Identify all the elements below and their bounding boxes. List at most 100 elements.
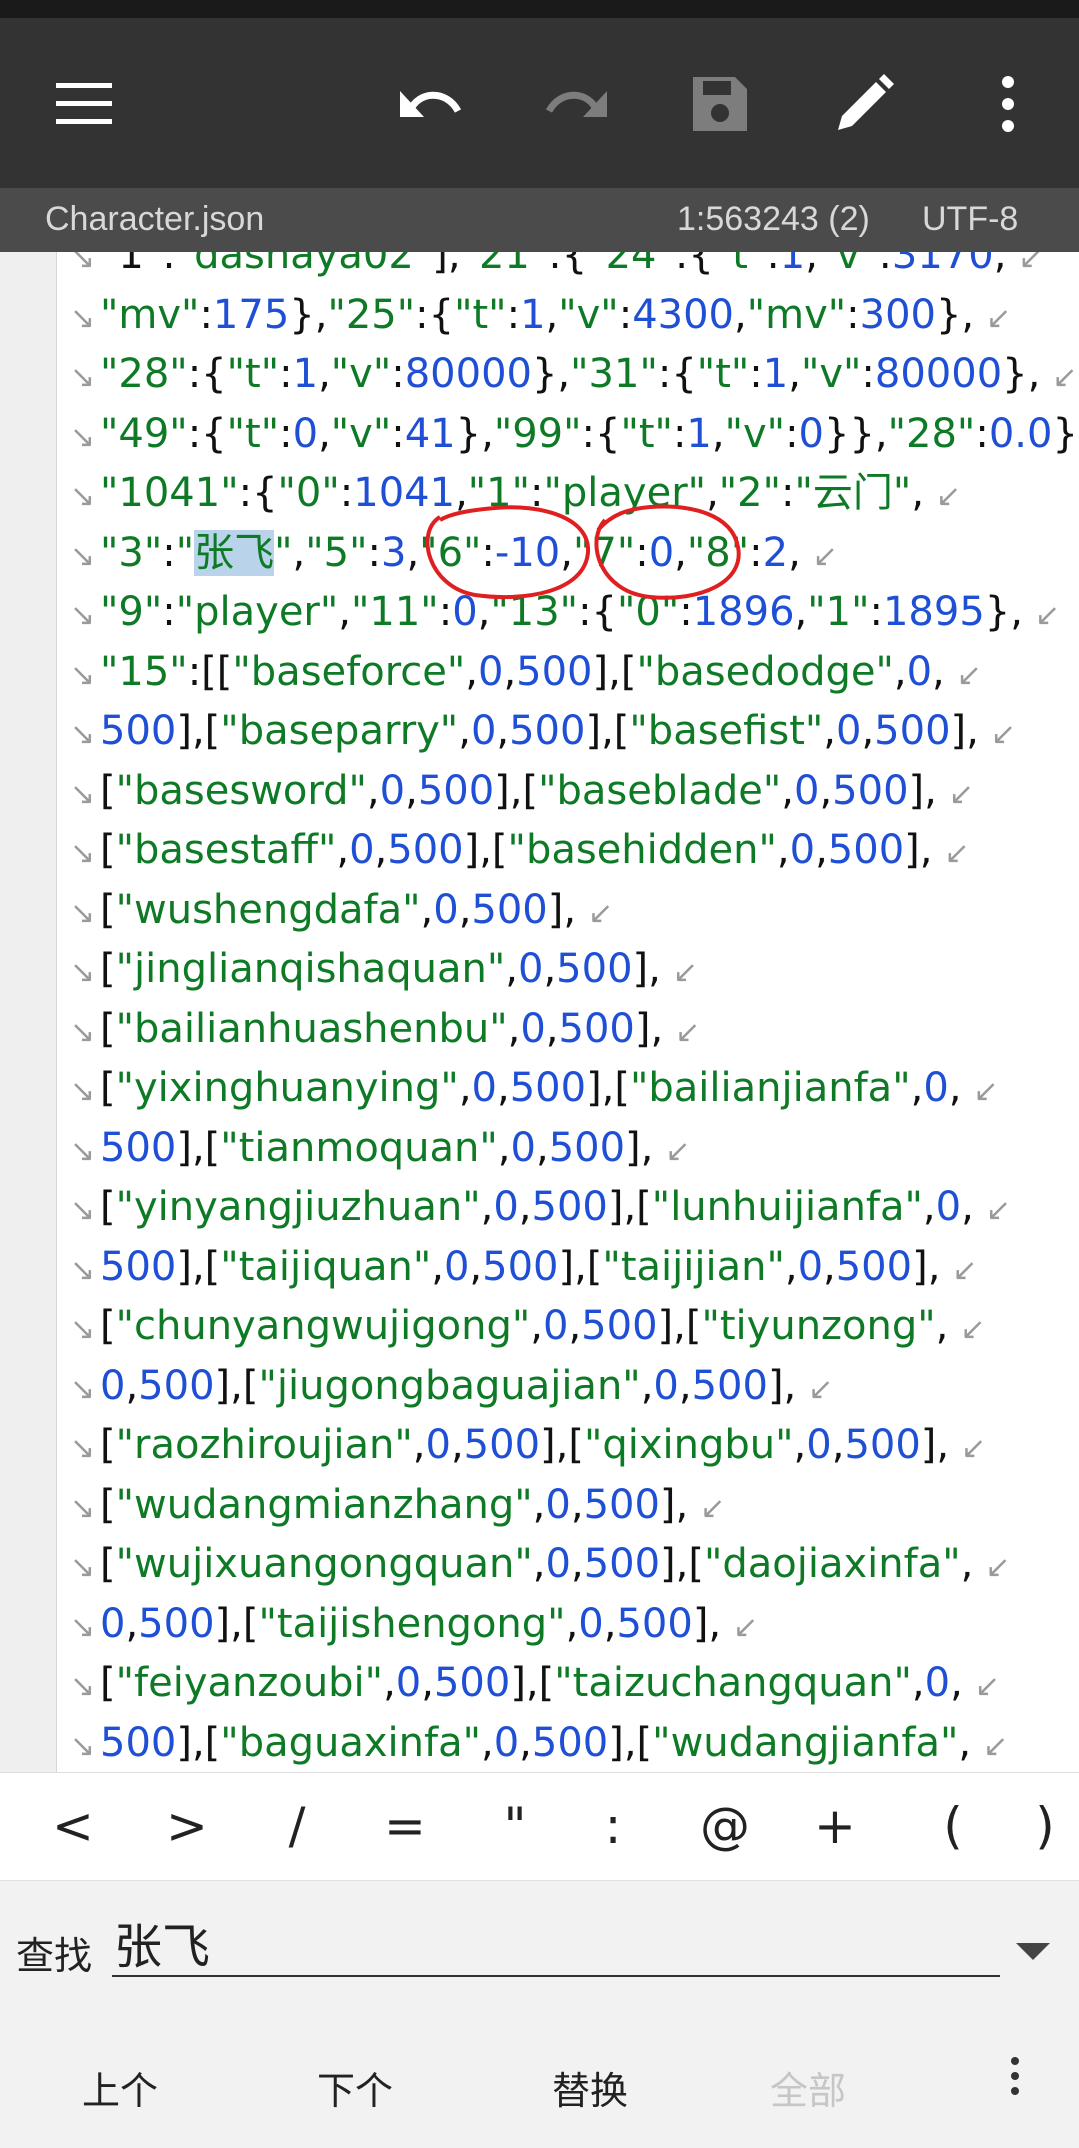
json-string: "feiyanzoubi" — [115, 1660, 384, 1706]
json-string: "mv" — [746, 291, 847, 338]
json-number: 0 — [452, 589, 478, 635]
line-gutter — [0, 252, 57, 1772]
previous-button[interactable]: 上个 — [40, 2060, 200, 2115]
json-string: "qixingbu" — [583, 1422, 794, 1468]
json-punctuation: , — [711, 410, 725, 457]
json-string: "5" — [305, 529, 368, 576]
code-line: ↘ "9":"player","11":0,"13":{"0":1896,"1":… — [70, 583, 1070, 643]
json-number: 1 — [779, 252, 806, 278]
wrap-end-icon: ↙ — [956, 657, 982, 693]
json-punctuation: ],[ — [585, 708, 630, 754]
json-punctuation: , — [788, 529, 801, 576]
json-punctuation: , — [960, 1541, 974, 1587]
code-line: ↘ "1":"dashaya02"],"21":{"24":{"t":1,"v":… — [70, 252, 1070, 286]
json-string: "t" — [696, 351, 750, 397]
json-string: "3" — [100, 529, 163, 576]
wrap-start-icon: ↘ — [70, 1014, 96, 1050]
json-string: "basedodge" — [636, 648, 894, 695]
json-punctuation: : — [869, 589, 883, 635]
json-punctuation: , — [706, 470, 719, 516]
symbol-key[interactable]: ( — [918, 1791, 988, 1861]
symbol-key[interactable]: < — [38, 1791, 108, 1861]
wrap-start-icon: ↘ — [70, 836, 96, 871]
wrap-start-icon: ↘ — [70, 1728, 96, 1764]
json-string: "tianmoquan" — [220, 1124, 498, 1171]
wrap-start-icon: ↘ — [70, 1609, 96, 1645]
code-line: ↘ 500],["tianmoquan",0,500], ↙ — [70, 1119, 1070, 1179]
json-string: "baseparry" — [220, 708, 459, 754]
json-string: "lunhuijianfa" — [651, 1184, 923, 1230]
vertical-dots-icon[interactable] — [1000, 2056, 1030, 2106]
json-punctuation: , — [292, 529, 306, 576]
json-number: 0 — [292, 410, 319, 457]
json-punctuation: , — [496, 708, 510, 754]
symbol-key[interactable]: : — [578, 1791, 648, 1861]
symbol-key[interactable]: = — [370, 1791, 440, 1861]
json-string: "11" — [351, 589, 439, 635]
json-number: 4300 — [632, 291, 734, 338]
file-encoding[interactable]: UTF-8 — [922, 200, 1018, 239]
json-punctuation: , — [545, 1005, 559, 1052]
code-line: ↘ "15":[["baseforce",0,500],["basedodge",… — [70, 643, 1070, 703]
replace-button[interactable]: 替换 — [510, 2060, 670, 2115]
json-punctuation: ], — [692, 1600, 722, 1647]
wrap-end-icon: ↙ — [960, 1312, 986, 1347]
code-line: ↘ ["jinglianqishaquan",0,500], ↙ — [70, 940, 1070, 1000]
dropdown-triangle-icon[interactable] — [1016, 1943, 1050, 1960]
json-number: 500 — [583, 1481, 660, 1528]
json-string: "player" — [543, 470, 707, 516]
json-punctuation: ],[ — [558, 1243, 603, 1290]
replace-all-button[interactable]: 全部 — [728, 2060, 888, 2115]
save-icon[interactable] — [682, 66, 758, 142]
wrap-end-icon: ↙ — [1034, 598, 1061, 633]
json-number: 0 — [471, 1065, 497, 1111]
symbol-key[interactable]: + — [800, 1791, 870, 1861]
hamburger-menu-icon[interactable] — [46, 66, 122, 142]
json-number: 0 — [924, 1660, 951, 1706]
json-punctuation: [ — [100, 886, 116, 933]
json-string: "bailianhuashenbu" — [115, 1005, 508, 1052]
code-line: ↘ ["feiyanzoubi",0,500],["taizuchangquan"… — [70, 1654, 1070, 1714]
json-number: 500 — [691, 1362, 768, 1409]
json-punctuation: ],[ — [176, 1124, 221, 1171]
symbol-key[interactable]: ) — [1010, 1791, 1079, 1861]
json-punctuation: , — [603, 1600, 617, 1647]
next-button[interactable]: 下个 — [275, 2060, 435, 2115]
symbol-key[interactable]: > — [152, 1791, 222, 1861]
wrap-end-icon: ↙ — [973, 1074, 999, 1109]
json-number: 0 — [648, 529, 675, 576]
json-punctuation: , — [784, 1243, 798, 1290]
symbol-key[interactable]: " — [480, 1791, 550, 1861]
find-input[interactable] — [112, 1909, 1000, 1977]
symbol-key[interactable]: @ — [690, 1791, 760, 1861]
json-punctuation: , — [958, 1719, 972, 1766]
json-string: "tiyunzong" — [701, 1303, 936, 1349]
json-string: " — [175, 529, 195, 576]
json-string: "t" — [620, 410, 673, 457]
json-punctuation: , — [503, 648, 517, 695]
json-number: 500 — [558, 1005, 635, 1052]
json-punctuation: ], — [547, 886, 577, 933]
json-punctuation: : — [162, 589, 176, 635]
symbol-key[interactable]: / — [262, 1791, 332, 1861]
json-punctuation: ],[ — [494, 767, 539, 814]
wrap-start-icon: ↘ — [70, 895, 96, 931]
pencil-icon[interactable] — [826, 66, 902, 142]
json-punctuation: ],[ — [608, 1719, 653, 1766]
json-punctuation: [ — [100, 1541, 116, 1587]
json-number: 500 — [482, 1243, 559, 1290]
wrap-end-icon: ↙ — [944, 836, 970, 871]
json-number: 0 — [836, 708, 862, 754]
json-string: "wudangjianfa" — [652, 1719, 959, 1766]
json-string: "21" — [460, 252, 549, 278]
code-editor[interactable]: ↘ "1":"dashaya02"],"21":{"24":{"t":1,"v":… — [0, 252, 1079, 1772]
json-punctuation: , — [507, 1005, 521, 1052]
json-punctuation: ], — [767, 1362, 797, 1409]
json-string: "28" — [887, 410, 976, 457]
json-punctuation: , — [530, 1303, 543, 1349]
redo-icon[interactable] — [538, 66, 614, 142]
json-punctuation: ], — [908, 767, 937, 814]
undo-icon[interactable] — [393, 66, 469, 142]
json-string: "8" — [686, 529, 750, 576]
vertical-dots-icon[interactable] — [970, 66, 1046, 142]
